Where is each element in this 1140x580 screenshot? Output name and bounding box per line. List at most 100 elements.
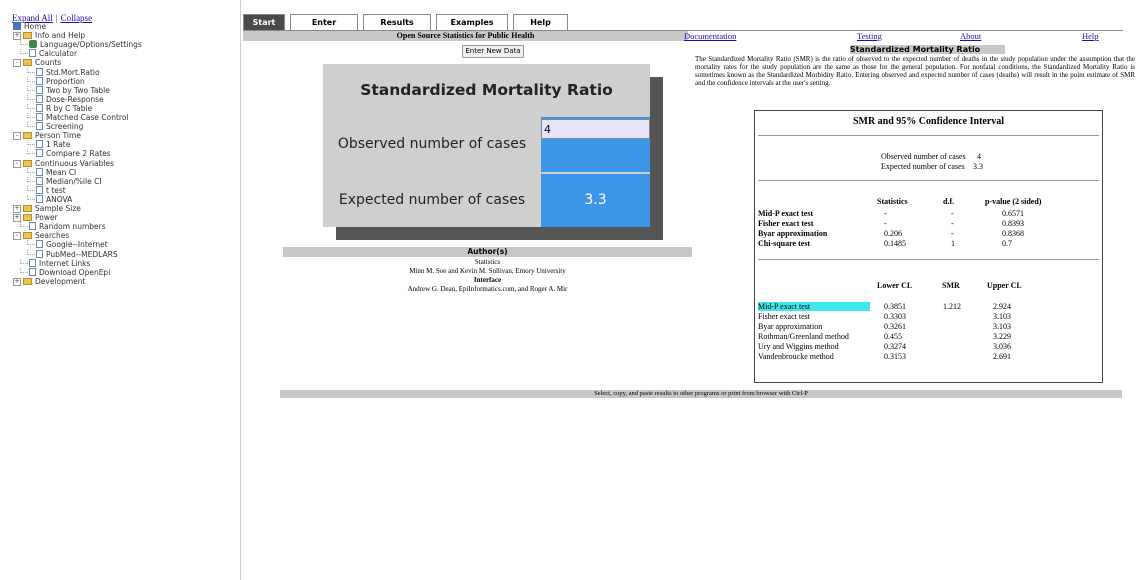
tree-item[interactable]: + Info and Help <box>13 31 85 41</box>
tree-item[interactable]: + Power <box>13 213 58 223</box>
help-link[interactable]: Help <box>1082 31 1099 41</box>
tree-branch-line <box>27 249 35 255</box>
tree-item-label: Median/%ile CI <box>46 176 102 186</box>
tree-item[interactable]: Language/Options/Settings <box>20 40 142 49</box>
collapse-toggle-icon[interactable]: - <box>13 59 21 68</box>
tree-branch-line <box>20 222 28 228</box>
observed-cases-input[interactable] <box>541 119 650 139</box>
tree-branch-line <box>27 194 35 200</box>
tree-item[interactable]: Mean CI <box>27 167 76 177</box>
page-icon <box>36 167 43 176</box>
tree-branch-line <box>20 258 28 264</box>
statistics-label: Statistics <box>474 258 501 266</box>
tab-enter[interactable]: Enter <box>290 14 358 30</box>
tab-results[interactable]: Results <box>363 14 431 30</box>
page-icon <box>36 103 43 112</box>
tree-item[interactable]: - Continuous Variables <box>13 159 114 168</box>
ci-row-method[interactable]: Byar approximation <box>758 322 822 331</box>
tree-item[interactable]: Std.Mort.Ratio <box>27 67 100 77</box>
tree-item-label: Power <box>35 213 58 223</box>
ci-row-method[interactable]: Vandenbroucke method <box>758 352 834 361</box>
expected-cases-field[interactable]: 3.3 <box>541 174 650 227</box>
folder-icon <box>23 205 32 212</box>
tree-item[interactable]: Compare 2 Rates <box>27 149 111 158</box>
tree-item[interactable]: R by C Table <box>27 103 93 113</box>
tree-item[interactable]: Matched Case Control <box>27 113 129 122</box>
ci-row-method[interactable]: Ury and Wiggins method <box>758 342 839 351</box>
stats-row-df: 1 <box>951 239 955 248</box>
page-icon <box>29 267 36 276</box>
tree-item[interactable]: 1 Rate <box>27 140 70 149</box>
stats-row-df: - <box>951 229 954 238</box>
tab-start[interactable]: Start <box>243 14 285 30</box>
tree-item[interactable]: - Person Time <box>13 131 81 141</box>
folder-icon <box>23 59 32 67</box>
folder-icon <box>23 232 32 240</box>
documentation-link[interactable]: Documentation <box>684 31 736 41</box>
collapse-toggle-icon[interactable]: - <box>13 159 21 168</box>
results-divider <box>758 180 1099 181</box>
tree-item-label: R by C Table <box>46 103 93 113</box>
tree-branch-line <box>27 67 35 73</box>
tree-item[interactable]: - Counts <box>13 58 62 68</box>
tree-item[interactable]: Random numbers <box>20 222 106 231</box>
expand-toggle-icon[interactable]: + <box>13 205 21 213</box>
collapse-link[interactable]: Collapse <box>61 13 93 23</box>
tree-item[interactable]: Median/%ile CI <box>27 176 102 186</box>
about-link[interactable]: About <box>960 31 981 41</box>
tree-item[interactable]: + Sample Size <box>13 204 81 213</box>
home-icon <box>13 22 21 30</box>
tree-item[interactable]: Two by Two Table <box>27 85 110 95</box>
collapse-toggle-icon[interactable]: - <box>13 132 21 141</box>
tree-item-label: Dose-Response <box>46 94 104 104</box>
tree-item[interactable]: + Development <box>13 277 86 286</box>
ci-header-upper: Upper CL <box>987 281 1022 290</box>
tab-help[interactable]: Help <box>513 14 568 30</box>
tree-item[interactable]: Internet Links <box>20 258 90 268</box>
ci-row-upper: 2.924 <box>993 302 1011 311</box>
statistics-authors: Minn M. Soe and Kevin M. Sullivan, Emory… <box>409 267 566 275</box>
tree-item[interactable]: ANOVA <box>27 194 72 204</box>
folder-icon <box>23 132 32 140</box>
enter-new-data-button[interactable]: Enter New Data <box>462 45 524 58</box>
tree-item[interactable]: PubMed--MEDLARS <box>27 249 118 259</box>
tree-item-label: Counts <box>35 58 62 68</box>
tree-item[interactable]: Proportion <box>27 76 85 86</box>
expand-toggle-icon[interactable]: + <box>13 214 21 223</box>
navigation-tree: Expand All | Collapse Home + Info and Help La… <box>0 0 241 580</box>
tree-item-label: Continuous Variables <box>35 158 115 168</box>
tree-branch-line <box>20 40 28 46</box>
expected-label: Expected number of cases <box>338 192 526 208</box>
tree-item[interactable]: Google--Internet <box>27 240 108 249</box>
interface-label: Interface <box>473 276 502 284</box>
tree-item-label: Calculator <box>39 49 78 59</box>
tree-item-label: Matched Case Control <box>46 113 129 122</box>
ci-row-upper: 3.103 <box>993 312 1011 321</box>
tree-item-label: Person Time <box>35 131 81 141</box>
tree-item[interactable]: Dose-Response <box>27 94 104 104</box>
ci-row-method[interactable]: Mid-P exact test <box>758 302 870 311</box>
stats-header-pvalue: p-value (2 sided) <box>985 197 1042 206</box>
tab-examples[interactable]: Examples <box>436 14 508 30</box>
results-observed-label: Observed number of cases <box>881 152 966 161</box>
tree-item[interactable]: Calculator <box>20 49 77 58</box>
expand-toggle-icon[interactable]: + <box>13 277 21 286</box>
stats-header-statistics: Statistics <box>877 197 908 206</box>
page-icon <box>36 194 43 203</box>
collapse-toggle-icon[interactable]: - <box>13 232 21 241</box>
tree-item[interactable]: t test <box>27 185 66 195</box>
tree-item-label: Language/Options/Settings <box>40 40 142 50</box>
expand-toggle-icon[interactable]: + <box>13 32 21 41</box>
ci-row-method[interactable]: Rothman/Greenland method <box>758 332 849 341</box>
tree-item[interactable]: Screening <box>27 122 83 131</box>
ci-row-method[interactable]: Fisher exact test <box>758 312 810 321</box>
stats-row-statistic: - <box>884 209 887 218</box>
stats-row-pvalue: 0.8368 <box>1002 229 1024 238</box>
tree-item-label: Development <box>35 276 86 286</box>
tree-branch-line <box>20 267 28 273</box>
testing-link[interactable]: Testing <box>857 31 882 41</box>
tree-item[interactable]: Download OpenEpi <box>20 267 110 277</box>
stats-row-name: Chi-square test <box>758 239 811 248</box>
tree-item[interactable]: Home <box>13 22 46 31</box>
tree-item[interactable]: - Searches <box>13 231 69 241</box>
